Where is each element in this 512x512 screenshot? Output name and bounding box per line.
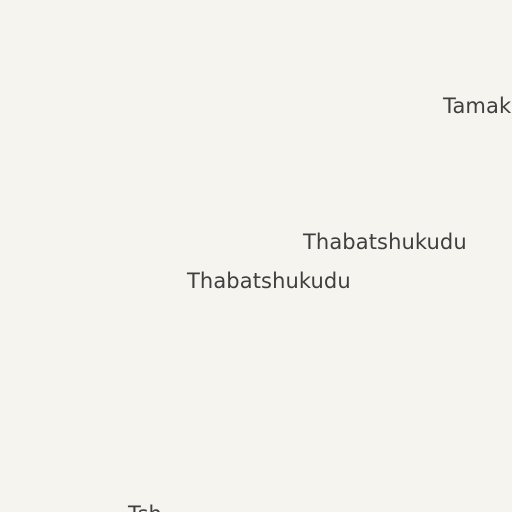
place-label-thabatshukudu: Thabatshukudu — [303, 230, 467, 254]
place-label-partial-bottom: Tsh — [128, 502, 162, 512]
map-canvas[interactable]: Tamak Thabatshukudu Thabatshukudu Tsh — [0, 0, 512, 512]
place-label-tamak: Tamak — [443, 94, 512, 118]
place-label-thabatshukudu-secondary: Thabatshukudu — [187, 269, 351, 293]
